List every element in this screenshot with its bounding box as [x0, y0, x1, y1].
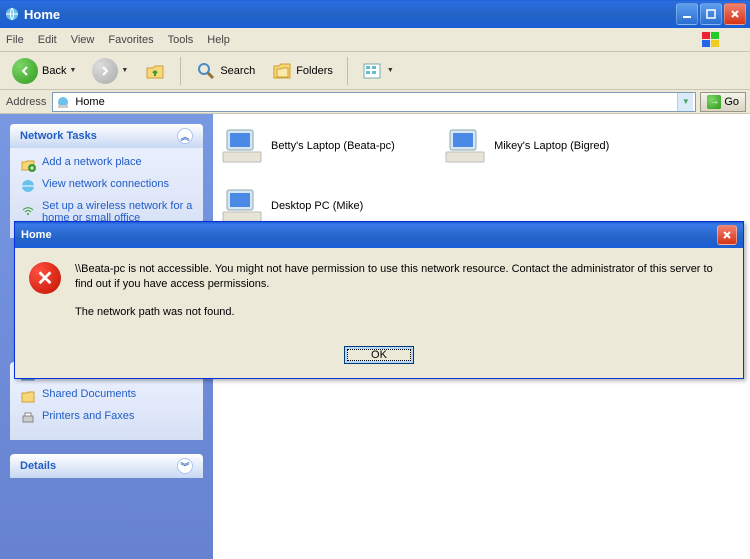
menu-help[interactable]: Help	[207, 34, 230, 46]
wireless-icon	[20, 200, 36, 216]
folders-icon	[271, 60, 293, 82]
error-icon: ✕	[29, 262, 61, 294]
computer-icon	[221, 126, 265, 166]
search-label: Search	[220, 65, 255, 77]
computer-label: Mikey's Laptop (Bigred)	[494, 140, 609, 152]
computer-item[interactable]: Desktop PC (Mike)	[221, 186, 441, 226]
dialog-detail: The network path was not found.	[75, 305, 729, 320]
search-icon	[195, 60, 217, 82]
computer-label: Betty's Laptop (Beata-pc)	[271, 140, 395, 152]
forward-button[interactable]: ▼	[86, 55, 134, 87]
computer-item[interactable]: Mikey's Laptop (Bigred)	[444, 126, 664, 166]
menu-tools[interactable]: Tools	[168, 34, 194, 46]
address-dropdown-icon[interactable]: ▼	[677, 93, 693, 111]
back-button[interactable]: Back ▼	[6, 55, 82, 87]
sidebar-item-label: Add a network place	[42, 156, 142, 168]
toolbar: Back ▼ ▼ Search Folders ▼	[0, 52, 750, 90]
views-dropdown-icon: ▼	[387, 67, 394, 74]
add-place-icon	[20, 156, 36, 172]
toolbar-separator	[180, 57, 181, 85]
dialog-close-button[interactable]	[717, 225, 737, 245]
panel-title: Details	[20, 460, 56, 472]
computer-item[interactable]: Betty's Laptop (Beata-pc)	[221, 126, 441, 166]
sidebar-item-label: Shared Documents	[42, 388, 136, 400]
dialog-message: \\Beata-pc is not accessible. You might …	[75, 262, 729, 293]
back-dropdown-icon: ▼	[69, 67, 76, 74]
dialog-text: \\Beata-pc is not accessible. You might …	[75, 262, 729, 332]
views-icon	[362, 61, 384, 81]
dialog-titlebar: Home	[15, 222, 743, 248]
go-icon: →	[707, 95, 721, 109]
go-button[interactable]: → Go	[700, 92, 746, 112]
menu-file[interactable]: File	[6, 34, 24, 46]
maximize-button[interactable]	[700, 3, 722, 25]
menu-edit[interactable]: Edit	[38, 34, 57, 46]
minimize-button[interactable]	[676, 3, 698, 25]
error-dialog: Home ✕ \\Beata-pc is not accessible. You…	[14, 221, 744, 379]
computer-label: Desktop PC (Mike)	[271, 200, 363, 212]
sidebar-item-label: Printers and Faxes	[42, 410, 134, 422]
address-value: Home	[75, 96, 677, 108]
menu-bar: File Edit View Favorites Tools Help	[0, 28, 750, 52]
collapse-icon: ︽	[177, 128, 193, 144]
windows-flag-icon	[694, 30, 730, 50]
back-label: Back	[42, 65, 66, 77]
sidebar-item-add-network-place[interactable]: Add a network place	[20, 156, 193, 172]
go-label: Go	[724, 96, 739, 108]
network-places-icon	[4, 6, 20, 22]
sidebar-item-label: View network connections	[42, 178, 169, 190]
connections-icon	[20, 178, 36, 194]
details-header[interactable]: Details ︾	[10, 454, 203, 478]
sidebar-item-shared-documents[interactable]: Shared Documents	[20, 388, 193, 404]
address-label: Address	[6, 96, 46, 108]
back-icon	[12, 58, 38, 84]
window-titlebar: Home	[0, 0, 750, 28]
forward-icon	[92, 58, 118, 84]
details-panel: Details ︾	[10, 454, 203, 478]
forward-dropdown-icon: ▼	[121, 67, 128, 74]
folders-button[interactable]: Folders	[265, 57, 339, 85]
search-button[interactable]: Search	[189, 57, 261, 85]
close-button[interactable]	[724, 3, 746, 25]
address-icon	[55, 94, 71, 110]
up-button[interactable]	[138, 57, 172, 85]
printers-icon	[20, 410, 36, 426]
network-tasks-header[interactable]: Network Tasks ︽	[10, 124, 203, 148]
shared-documents-icon	[20, 388, 36, 404]
computer-icon	[221, 186, 265, 226]
panel-title: Network Tasks	[20, 130, 97, 142]
computer-icon	[444, 126, 488, 166]
toolbar-separator	[347, 57, 348, 85]
menu-favorites[interactable]: Favorites	[108, 34, 153, 46]
address-field[interactable]: Home ▼	[52, 92, 696, 112]
dialog-title: Home	[21, 229, 52, 241]
address-bar: Address Home ▼ → Go	[0, 90, 750, 114]
expand-icon: ︾	[177, 458, 193, 474]
views-button[interactable]: ▼	[356, 58, 400, 84]
sidebar-item-view-connections[interactable]: View network connections	[20, 178, 193, 194]
window-title: Home	[24, 7, 674, 22]
menu-view[interactable]: View	[71, 34, 95, 46]
sidebar-item-printers[interactable]: Printers and Faxes	[20, 410, 193, 426]
folders-label: Folders	[296, 65, 333, 77]
ok-button[interactable]: OK	[344, 346, 414, 364]
up-folder-icon	[144, 60, 166, 82]
